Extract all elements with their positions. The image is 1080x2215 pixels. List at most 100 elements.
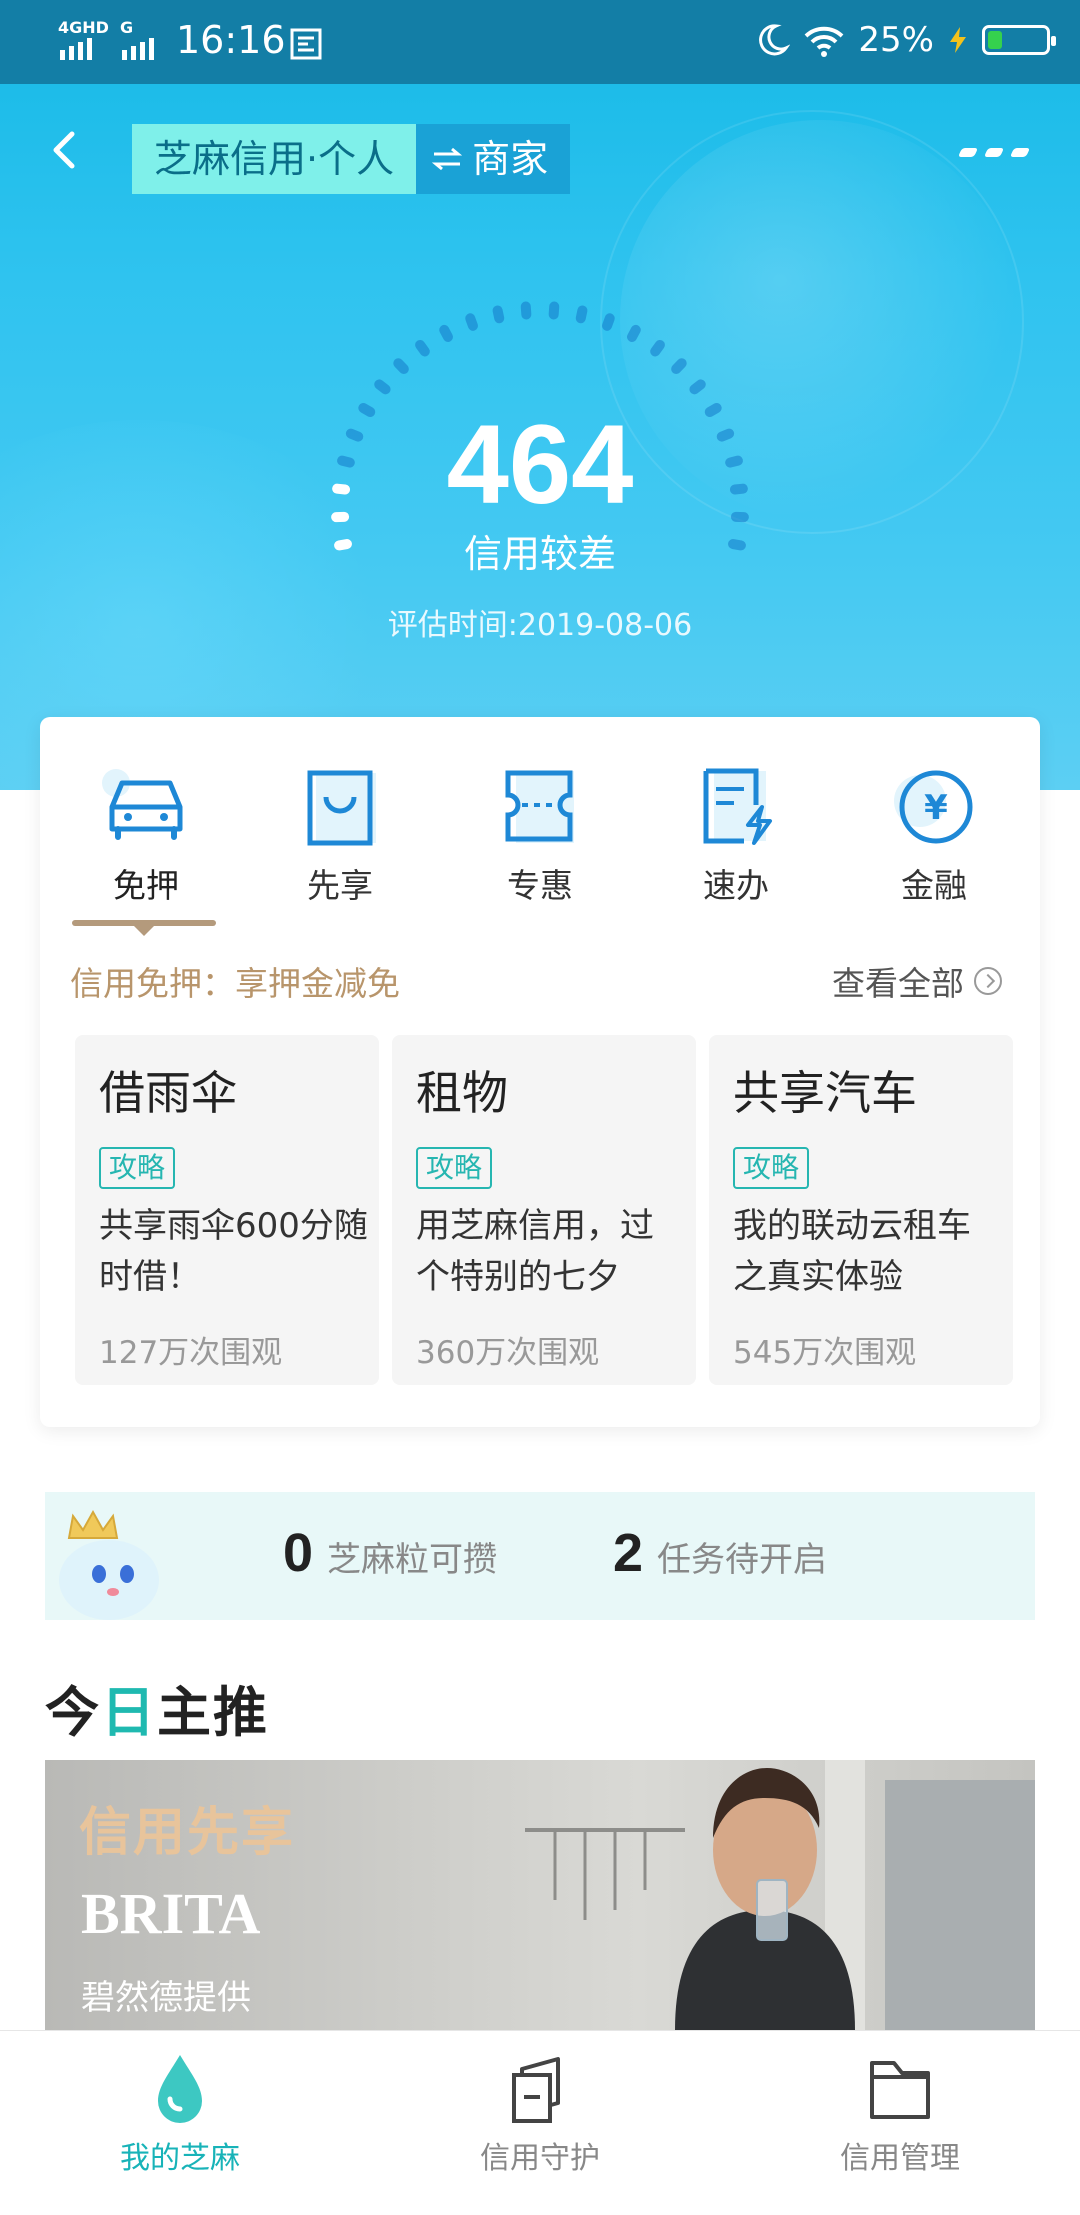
section-title-part: 今 [45,1681,101,1744]
gauge-dot [548,301,560,320]
tab-label: 信用管理 [840,2141,960,2176]
clock: 16:16 [176,18,286,62]
grain-count: 0 [283,1523,314,1583]
tile-title: 租物 [416,1066,508,1120]
sesame-grain-strip[interactable]: 0 芝麻粒可攒 2 任务待开启 [45,1492,1035,1620]
tile-tag: 攻略 [416,1147,493,1189]
grain-stat: 0 芝麻粒可攒 [283,1522,497,1584]
banner-brand-logo: BRITA [81,1881,261,1946]
gauge-dot [602,313,615,331]
gauge-dot [671,358,687,375]
view-all-link[interactable]: 查看全部 [832,957,1002,1005]
tile-shared-car[interactable]: 共享汽车 攻略 我的联动云租车之真实体验 545万次围观 [709,1035,1013,1385]
gauge-dot [520,301,532,320]
bottom-tab-bar: 我的芝麻 信用守护 信用管理 [0,2030,1080,2215]
gauge-dot [627,324,641,342]
category-label: 专惠 [507,866,573,905]
screenshot-icon [290,28,322,60]
banner-tag: 信用先享 [79,1803,296,1863]
banner-provider: 碧然德提供 [81,1978,251,2018]
battery-icon [982,25,1056,55]
category-tip: 信用免押：享押金减免 [70,964,400,1003]
tab-credit-guard[interactable]: 信用守护 [390,2049,690,2177]
tile-views: 545万次围观 [733,1335,917,1371]
category-quick-service[interactable]: 速办 [676,767,796,907]
battery-percent: 25% [858,20,934,60]
category-label: 速办 [703,866,769,905]
active-category-indicator [72,920,216,936]
back-arrow-icon[interactable] [44,130,84,170]
gauge-dot [492,305,505,324]
tile-rental[interactable]: 租物 攻略 用芝麻信用，过个特别的七夕 360万次围观 [392,1035,696,1385]
evaluation-date: 评估时间:2019-08-06 [387,608,693,643]
tile-umbrella[interactable]: 借雨伞 攻略 共享雨伞600分随时借！ 127万次围观 [75,1035,379,1385]
gauge-dot [393,358,409,375]
yuan-icon: ¥ [894,770,973,844]
category-enjoy-first[interactable]: 先享 [280,767,400,907]
tile-title: 共享汽车 [733,1066,917,1120]
tab-credit-management[interactable]: 信用管理 [750,2049,1050,2177]
category-label: 金融 [901,866,967,905]
promo-banner[interactable]: 信用先享 BRITA 碧然德提供 [45,1760,1035,2030]
task-count: 2 [613,1523,644,1583]
tab-merchant-button[interactable]: 商家 [416,124,571,194]
wifi-icon [805,26,844,57]
folder-icon [870,2061,930,2119]
category-deposit-free[interactable]: 免押 [86,767,206,907]
charging-icon [950,27,966,53]
credit-grade: 信用较差 [463,532,616,576]
mascot-avatar [59,1509,159,1620]
gauge-dot [439,324,453,342]
category-finance[interactable]: ¥ 金融 [874,767,994,907]
svg-text:¥: ¥ [924,788,948,828]
gauge-dot [650,339,665,357]
status-bar: 4GHD G 16:16 25% [0,0,1080,84]
task-label: 任务待开启 [657,1540,828,1580]
tab-label: 信用守护 [480,2141,600,2176]
tab-label: 我的芝麻 [120,2141,240,2176]
tab-my-sesame[interactable]: 我的芝麻 [30,2049,330,2177]
banner-photo [525,1760,1035,2030]
moon-icon [759,24,791,56]
view-all-label: 查看全部 [832,964,964,1003]
section-title-part-check: 日 [101,1681,157,1744]
signal-icon-2 [122,38,154,60]
tile-tag: 攻略 [99,1147,176,1189]
credit-score: 464 [446,402,634,527]
category-label: 免押 [113,866,179,905]
document-lightning-icon [703,768,772,845]
car-icon [102,769,183,840]
section-title-part: 主推 [157,1681,269,1744]
tile-desc: 共享雨伞600分随时借！ [99,1206,368,1297]
coupon-icon [505,770,574,843]
gauge-dot [374,379,391,395]
more-icon[interactable] [957,148,1031,157]
tile-tag: 攻略 [733,1147,810,1189]
sesame-drop-icon [158,2055,202,2123]
signal-icon [60,38,92,60]
service-card: 免押 先享 专惠 速办 ¥ 金融 信用免押：享押金减免 查看全部 借雨伞 攻略 … [40,717,1040,1427]
bag-icon [307,770,376,846]
tile-views: 360万次围观 [416,1335,600,1371]
gauge-dot [465,313,478,331]
gauge-dot [415,339,430,357]
tile-desc: 我的联动云租车之真实体验 [733,1206,971,1297]
tile-views: 127万次围观 [99,1335,283,1371]
shield-box-icon [512,2057,560,2123]
tile-desc: 用芝麻信用，过个特别的七夕 [416,1206,654,1297]
task-stat: 2 任务待开启 [613,1522,827,1584]
swap-icon [432,147,463,171]
gauge-dot [689,379,706,395]
section-title-today-recommend: 今日主推 [45,1668,269,1747]
category-label: 先享 [307,866,373,905]
network-label-2: G [120,18,134,37]
chevron-right-icon [974,967,1002,995]
grain-label: 芝麻粒可攒 [327,1540,498,1580]
tile-title: 借雨伞 [99,1066,237,1120]
network-label-1: 4GHD [58,18,109,37]
category-special-offer[interactable]: 专惠 [480,767,600,907]
account-switcher[interactable]: 芝麻信用·个人 商家 [132,124,571,194]
tab-personal[interactable]: 芝麻信用·个人 [132,124,417,194]
tab-merchant-label: 商家 [472,137,549,181]
gauge-dot [575,305,588,324]
